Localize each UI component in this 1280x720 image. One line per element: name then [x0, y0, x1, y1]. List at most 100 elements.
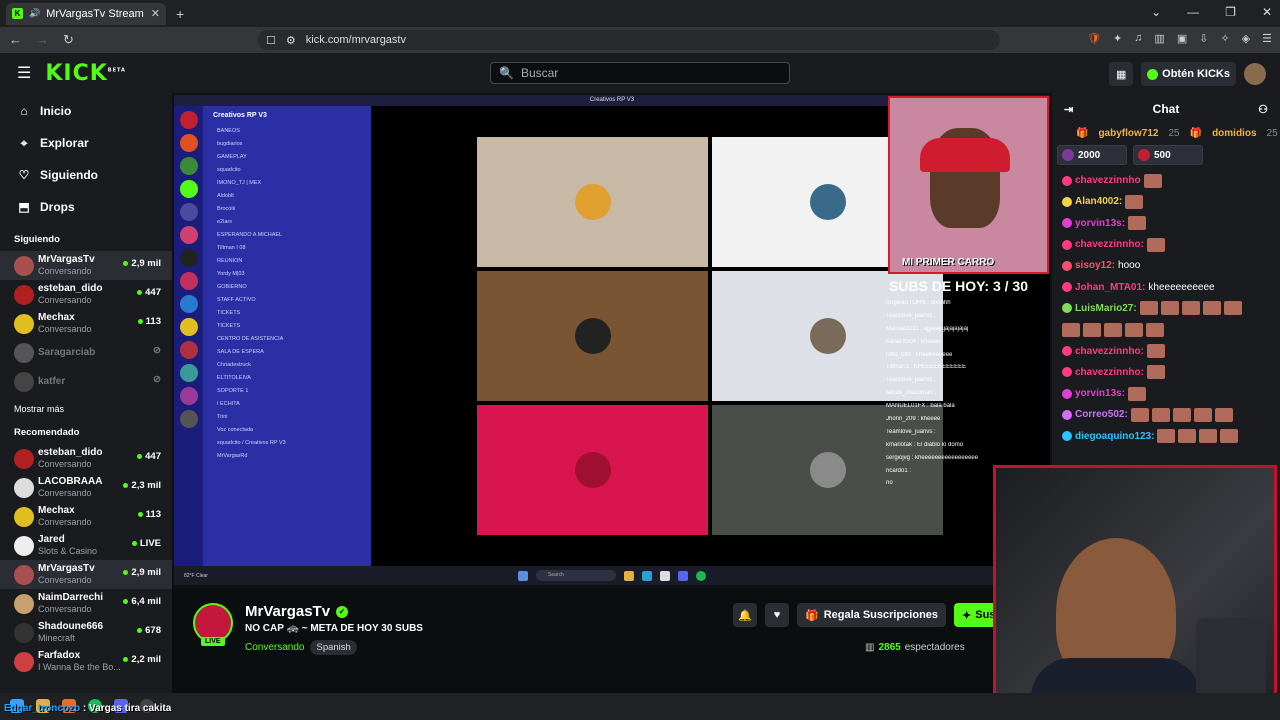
gifter-name[interactable]: gabyflow712: [1098, 128, 1158, 139]
chrome-icon: [660, 570, 670, 581]
gifter-count: 25: [1266, 127, 1278, 139]
gifter-name[interactable]: domidios: [1212, 128, 1256, 139]
show-more-link[interactable]: Mostrar más: [0, 396, 172, 422]
search-input[interactable]: 🔍 Buscar: [490, 62, 790, 84]
close-tab-icon[interactable]: ✕: [151, 7, 160, 20]
stream-category[interactable]: Conversando: [245, 642, 304, 653]
emote-icon: [1202, 301, 1221, 316]
vpn-icon[interactable]: ◈: [1242, 32, 1250, 45]
chat-username[interactable]: chavezzinnho: [1075, 175, 1141, 186]
music-icon[interactable]: ♫: [1134, 32, 1142, 45]
layout-toggle-icon[interactable]: ▦: [1109, 62, 1134, 86]
channel-item[interactable]: Jared Slots & Casino LIVE: [0, 531, 172, 560]
chat-message[interactable]: Johan_MTA01: kheeeeeeeeee: [1052, 276, 1280, 297]
emote-icon: [1130, 407, 1149, 422]
chat-username[interactable]: sisoy12:: [1075, 260, 1115, 271]
discord-channel: I ECHITA: [217, 401, 240, 407]
chat-goal[interactable]: 500: [1133, 145, 1203, 165]
chat-message[interactable]: chavezzinnho: [1052, 170, 1280, 191]
reload-button[interactable]: ↻: [63, 32, 74, 48]
tab-search-icon[interactable]: ⌄: [1151, 5, 1161, 19]
chat-username[interactable]: Alan4002:: [1075, 196, 1122, 207]
menu-icon[interactable]: ☰: [1262, 32, 1272, 45]
chat-goal[interactable]: 2000: [1057, 145, 1127, 165]
channel-item[interactable]: MrVargasTv Conversando 2,9 mil: [0, 251, 172, 280]
chat-message[interactable]: Alan4002:: [1052, 191, 1280, 212]
chat-message[interactable]: LuisMario27:: [1052, 298, 1280, 319]
nav-siguiendo[interactable]: ♡ Siguiendo: [0, 159, 172, 191]
collapse-chat-icon[interactable]: ⇥: [1064, 103, 1073, 116]
sidebar-icon[interactable]: ▥: [1154, 32, 1164, 45]
chat-username[interactable]: Johan_MTA01:: [1075, 282, 1145, 293]
goal-icon: [1138, 149, 1150, 161]
notification-bell-button[interactable]: 🔔: [733, 603, 757, 627]
streamer-name[interactable]: MrVargasTv: [245, 603, 330, 620]
star-icon: ✦: [962, 609, 972, 622]
channel-item[interactable]: NaimDarrechi Conversando 6,4 mil: [0, 589, 172, 618]
chat-message[interactable]: yorvin13s:: [1052, 213, 1280, 234]
overlay-chat-line: kmariotak : El diablo lo domo: [886, 441, 964, 448]
chat-message[interactable]: [1052, 319, 1280, 340]
channel-item[interactable]: esteban_dido Conversando 447: [0, 444, 172, 473]
bookmark-icon[interactable]: ☐: [266, 34, 276, 47]
channel-item[interactable]: esteban_dido Conversando 447: [0, 280, 172, 309]
chat-users-icon[interactable]: ⚇: [1258, 103, 1268, 116]
chat-messages[interactable]: chavezzinnho Alan4002: yorvin13s: chavezzin…: [1052, 170, 1280, 447]
chat-message[interactable]: chavezzinnho:: [1052, 234, 1280, 255]
kick-logo[interactable]: KICKBETA: [45, 61, 126, 86]
chat-username[interactable]: diegoaquino123:: [1075, 431, 1154, 442]
chat-message[interactable]: chavezzinnho:: [1052, 340, 1280, 361]
user-badge-icon: [1062, 367, 1072, 378]
chat-message[interactable]: sisoy12: hooo: [1052, 255, 1280, 276]
channel-name: esteban_dido: [38, 447, 103, 458]
nav-explorar[interactable]: ⌖ Explorar: [0, 127, 172, 159]
overlay-chat-line: Jhonn_209 : kheeee: [886, 416, 941, 423]
download-icon[interactable]: ⇩: [1199, 32, 1208, 45]
channel-item[interactable]: Mechax Conversando 113: [0, 502, 172, 531]
browser-tab[interactable]: K 🔊 MrVargasTv Stream - Watch l ✕: [6, 2, 166, 25]
chat-username[interactable]: Correo502:: [1075, 409, 1128, 420]
extensions-icon[interactable]: ✦: [1113, 32, 1122, 45]
channel-item[interactable]: Mechax Conversando 113: [0, 309, 172, 338]
channel-item[interactable]: Farfadox I Wanna Be the Bo... 2,2 mil: [0, 647, 172, 676]
menu-toggle-icon[interactable]: ☰: [17, 63, 31, 83]
channel-item[interactable]: katfer ⊘: [0, 367, 172, 396]
nav-drops[interactable]: ⬒ Drops: [0, 191, 172, 223]
chat-username[interactable]: LuisMario27:: [1075, 303, 1137, 314]
maximize-button[interactable]: ❐: [1225, 5, 1236, 19]
live-dot-icon: [137, 290, 143, 295]
chat-username[interactable]: yorvin13s:: [1075, 388, 1125, 399]
get-kicks-button[interactable]: Obtén KICKs: [1141, 62, 1236, 86]
close-window-button[interactable]: ✕: [1262, 5, 1272, 19]
user-avatar[interactable]: [1244, 63, 1266, 85]
gift-subs-button[interactable]: 🎁 Regala Suscripciones: [797, 603, 947, 627]
discord-server-icon: [179, 249, 198, 267]
brave-shield-icon[interactable]: 🛡: [1087, 32, 1101, 45]
emote-icon: [1146, 365, 1165, 380]
forward-button[interactable]: →: [36, 32, 49, 48]
channel-item[interactable]: Saragarciab ⊘: [0, 338, 172, 367]
discord-server-icon: [179, 341, 198, 359]
chat-username[interactable]: chavezzinnho:: [1075, 346, 1144, 357]
address-bar[interactable]: ☐ ⚙ kick.com/mrvargastv: [258, 30, 1000, 50]
nav-inicio[interactable]: ⌂ Inicio: [0, 95, 172, 127]
chat-message[interactable]: diegoaquino123:: [1052, 426, 1280, 447]
back-button[interactable]: ←: [9, 32, 22, 48]
channel-item[interactable]: Shadoune666 Minecraft 678: [0, 618, 172, 647]
chat-message[interactable]: yorvin13s:: [1052, 383, 1280, 404]
new-tab-button[interactable]: +: [176, 6, 184, 22]
channel-item[interactable]: LACOBRAAA Conversando 2,3 mil: [0, 473, 172, 502]
follow-heart-button[interactable]: ♥: [765, 603, 789, 627]
chat-username[interactable]: chavezzinnho:: [1075, 239, 1144, 250]
language-tag[interactable]: Spanish: [310, 640, 357, 655]
channel-item[interactable]: MrVargasTv Conversando 2,9 mil: [0, 560, 172, 589]
chat-username[interactable]: yorvin13s:: [1075, 218, 1125, 229]
chat-message[interactable]: Correo502:: [1052, 404, 1280, 425]
wallet-icon[interactable]: ▣: [1177, 32, 1187, 45]
chat-message[interactable]: chavezzinnho:: [1052, 362, 1280, 383]
windows-start-icon: [518, 570, 528, 581]
site-info-icon[interactable]: ⚙: [286, 34, 296, 47]
minimize-button[interactable]: —: [1187, 5, 1199, 19]
ai-icon[interactable]: ✧: [1220, 32, 1229, 45]
chat-username[interactable]: chavezzinnho:: [1075, 367, 1144, 378]
